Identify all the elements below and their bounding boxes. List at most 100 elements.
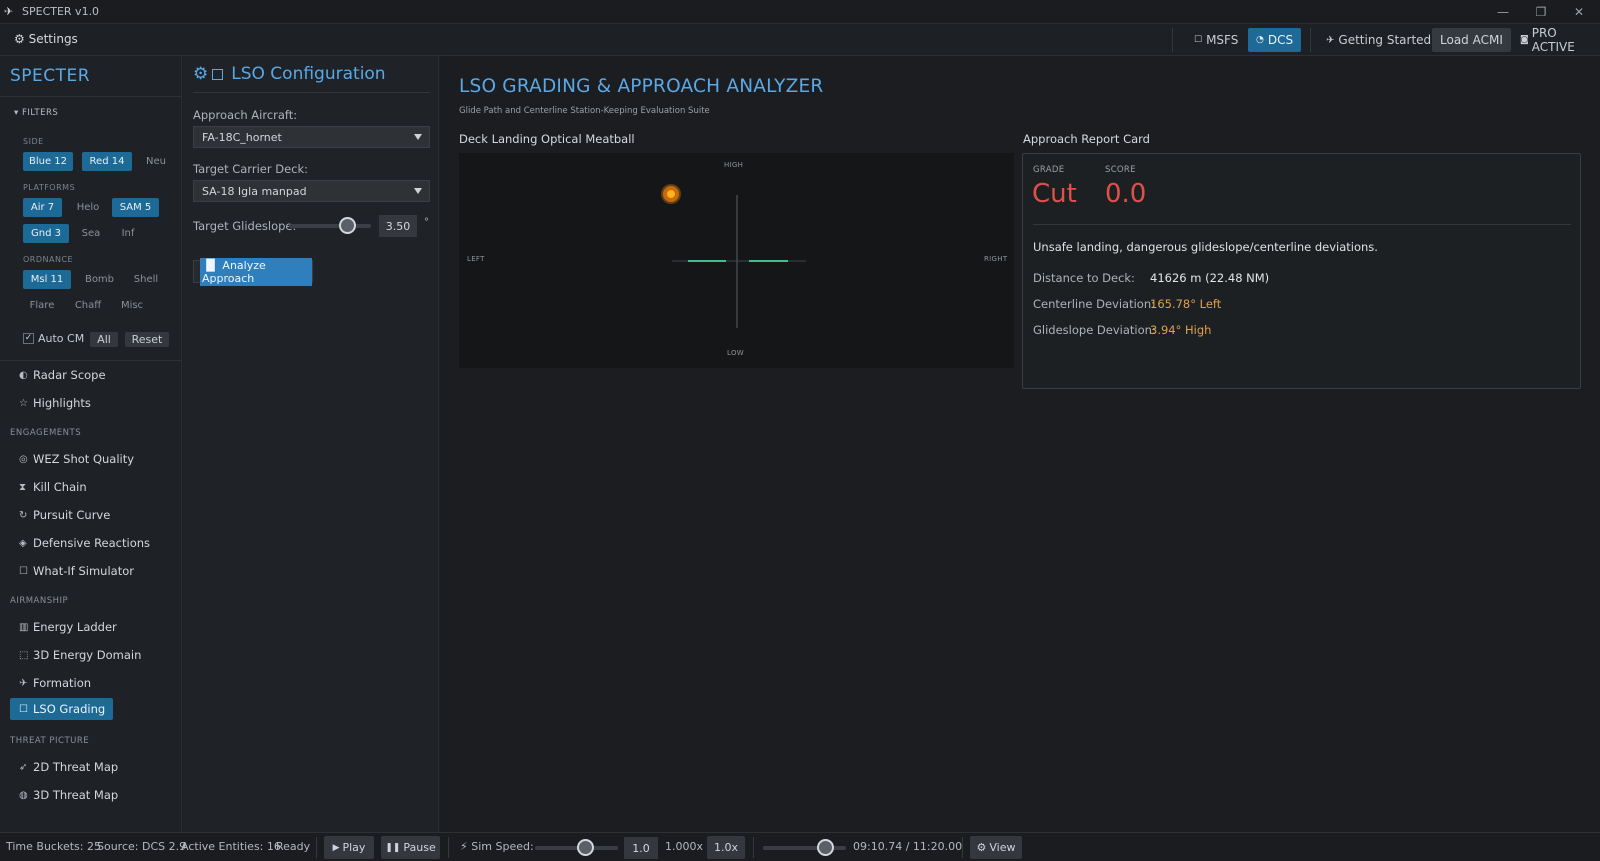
chip-shell[interactable]: Shell: [131, 270, 161, 289]
nav-energy-ladder[interactable]: ▥ Energy Ladder: [19, 620, 117, 634]
report-card-title: Approach Report Card: [1023, 132, 1150, 146]
target-icon: ◎: [19, 453, 28, 465]
plane-icon: ✈: [19, 677, 28, 689]
dcs-button[interactable]: ◔ DCS: [1248, 28, 1302, 52]
plane-icon: ✈: [1326, 34, 1335, 46]
close-button[interactable]: ✕: [1560, 0, 1598, 24]
score-value: 0.0: [1105, 179, 1147, 209]
nav-formation[interactable]: ✈ Formation: [19, 676, 91, 690]
chip-flare[interactable]: Flare: [27, 296, 57, 315]
chip-air[interactable]: Air 7: [23, 198, 62, 217]
nav-3d-energy-domain[interactable]: ⬚ 3D Energy Domain: [19, 648, 141, 662]
all-button[interactable]: All: [90, 332, 118, 347]
chip-helo[interactable]: Helo: [71, 198, 105, 217]
chevron-down-icon: [414, 188, 422, 194]
play-button[interactable]: ▶ Play: [324, 836, 374, 859]
auto-cm-checkbox[interactable]: ✓ Auto CM: [23, 332, 84, 345]
chip-infantry[interactable]: Inf: [116, 224, 140, 243]
sim-speed-label: ⚡ Sim Speed:: [460, 840, 534, 853]
square-icon: [212, 68, 224, 80]
sidebar-divider: [0, 360, 182, 361]
carrier-deck-select[interactable]: SA-18 Igla manpad: [193, 180, 430, 202]
meatball-ball-core: [667, 190, 675, 198]
chip-red[interactable]: Red 14: [82, 152, 132, 171]
chip-blue[interactable]: Blue 12: [23, 152, 73, 171]
glideslope-value[interactable]: 3.50: [379, 215, 417, 237]
config-title: ⚙ LSO Configuration: [193, 64, 386, 84]
glideslope-slider-thumb[interactable]: [339, 217, 356, 234]
nav-3d-threat-map[interactable]: ◍ 3D Threat Map: [19, 788, 118, 802]
analyze-approach-button[interactable]: ▐▌ Analyze Approach: [193, 257, 313, 286]
nav-defensive-reactions[interactable]: ◈ Defensive Reactions: [19, 536, 150, 550]
pro-active-badge[interactable]: ◙ PRO ACTIVE: [1512, 26, 1600, 54]
score-label: SCORE: [1105, 165, 1136, 175]
ordnance-label: ORDNANCE: [23, 255, 74, 264]
approach-report-card: GRADE SCORE Cut 0.0 Unsafe landing, dang…: [1022, 153, 1581, 389]
msfs-button[interactable]: ☐ MSFS: [1186, 28, 1246, 52]
dcs-icon: ◔: [1256, 35, 1264, 45]
settings-button[interactable]: ⚙ Settings: [14, 32, 78, 46]
app-logo-icon: ✈: [4, 5, 14, 18]
mask-icon: ◙: [1520, 35, 1529, 45]
meatball-crosshair: [661, 184, 806, 328]
glideslope-unit: °: [424, 217, 429, 228]
main-panel: LSO GRADING & APPROACH ANALYZER Glide Pa…: [440, 56, 1600, 832]
chip-missile[interactable]: Msl 11: [23, 270, 71, 289]
side-label: SIDE: [23, 137, 44, 146]
chip-sam[interactable]: SAM 5: [112, 198, 159, 217]
speed-reset-button[interactable]: 1.0x: [707, 836, 745, 859]
grade-label: GRADE: [1033, 165, 1065, 175]
chip-bomb[interactable]: Bomb: [83, 270, 116, 289]
nav-highlights[interactable]: ☆ Highlights: [19, 396, 91, 410]
gear-icon: ⚙: [193, 64, 209, 84]
nav-pursuit-curve[interactable]: ↻ Pursuit Curve: [19, 508, 110, 522]
chip-ground[interactable]: Gnd 3: [23, 224, 69, 243]
sim-speed-slider-thumb[interactable]: [577, 839, 594, 856]
glideslope-slider[interactable]: [289, 224, 371, 228]
status-divider: [753, 837, 754, 858]
restore-button[interactable]: ❐: [1522, 0, 1560, 24]
centerline-key: Centerline Deviation:: [1033, 297, 1155, 311]
chip-misc[interactable]: Misc: [118, 296, 146, 315]
chip-sea[interactable]: Sea: [78, 224, 104, 243]
toolbar-divider: [1172, 28, 1173, 52]
pause-button[interactable]: ❚❚ Pause: [381, 836, 440, 859]
distance-key: Distance to Deck:: [1033, 271, 1135, 285]
minimize-button[interactable]: —: [1484, 0, 1522, 24]
getting-started-button[interactable]: ✈ Getting Started: [1318, 28, 1439, 52]
reset-button[interactable]: Reset: [125, 332, 169, 347]
source-status: Source: DCS 2.9: [97, 840, 187, 853]
nav-2d-threat-map[interactable]: ➶ 2D Threat Map: [19, 760, 118, 774]
aircraft-label: Approach Aircraft:: [193, 108, 298, 122]
platforms-label: PLATFORMS: [23, 183, 76, 192]
optical-meatball-display: HIGH LOW LEFT RIGHT: [459, 153, 1014, 368]
bars-icon: ▥: [19, 621, 29, 633]
globe-icon: ◍: [19, 789, 28, 801]
sim-speed-value[interactable]: 1.0: [624, 837, 658, 859]
airmanship-label: AIRMANSHIP: [10, 596, 69, 606]
status-divider: [448, 837, 449, 858]
deck-label: Target Carrier Deck:: [193, 162, 309, 176]
engagements-label: ENGAGEMENTS: [10, 428, 82, 438]
status-divider: [962, 837, 963, 858]
filters-toggle[interactable]: ▾ FILTERS: [14, 108, 58, 118]
nav-what-if-simulator[interactable]: ☐ What-If Simulator: [19, 564, 134, 578]
view-button[interactable]: ⚙ View: [970, 836, 1022, 859]
active-entities: Active Entities: 16: [181, 840, 281, 853]
aircraft-select[interactable]: FA-18C_hornet: [193, 126, 430, 148]
chip-neutral[interactable]: Neu: [142, 152, 170, 171]
nav-kill-chain[interactable]: ⧗ Kill Chain: [19, 480, 87, 494]
nav-radar-scope[interactable]: ◐ Radar Scope: [19, 368, 106, 382]
chip-chaff[interactable]: Chaff: [72, 296, 104, 315]
window-title: SPECTER v1.0: [22, 5, 100, 18]
timeline-slider-thumb[interactable]: [817, 839, 834, 856]
nav-wez-shot-quality[interactable]: ◎ WEZ Shot Quality: [19, 452, 134, 466]
status-bar: Time Buckets: 25 Source: DCS 2.9 Active …: [0, 832, 1600, 861]
load-acmi-button[interactable]: Load ACMI: [1432, 28, 1511, 52]
glideslope-deviation-value: 3.94° High: [1150, 323, 1212, 337]
square-icon: ☐: [1194, 35, 1203, 45]
status-divider: [316, 837, 317, 858]
meatball-title: Deck Landing Optical Meatball: [459, 132, 635, 146]
grade-value: Cut: [1032, 179, 1077, 209]
nav-lso-grading[interactable]: ☐ LSO Grading: [10, 698, 114, 720]
